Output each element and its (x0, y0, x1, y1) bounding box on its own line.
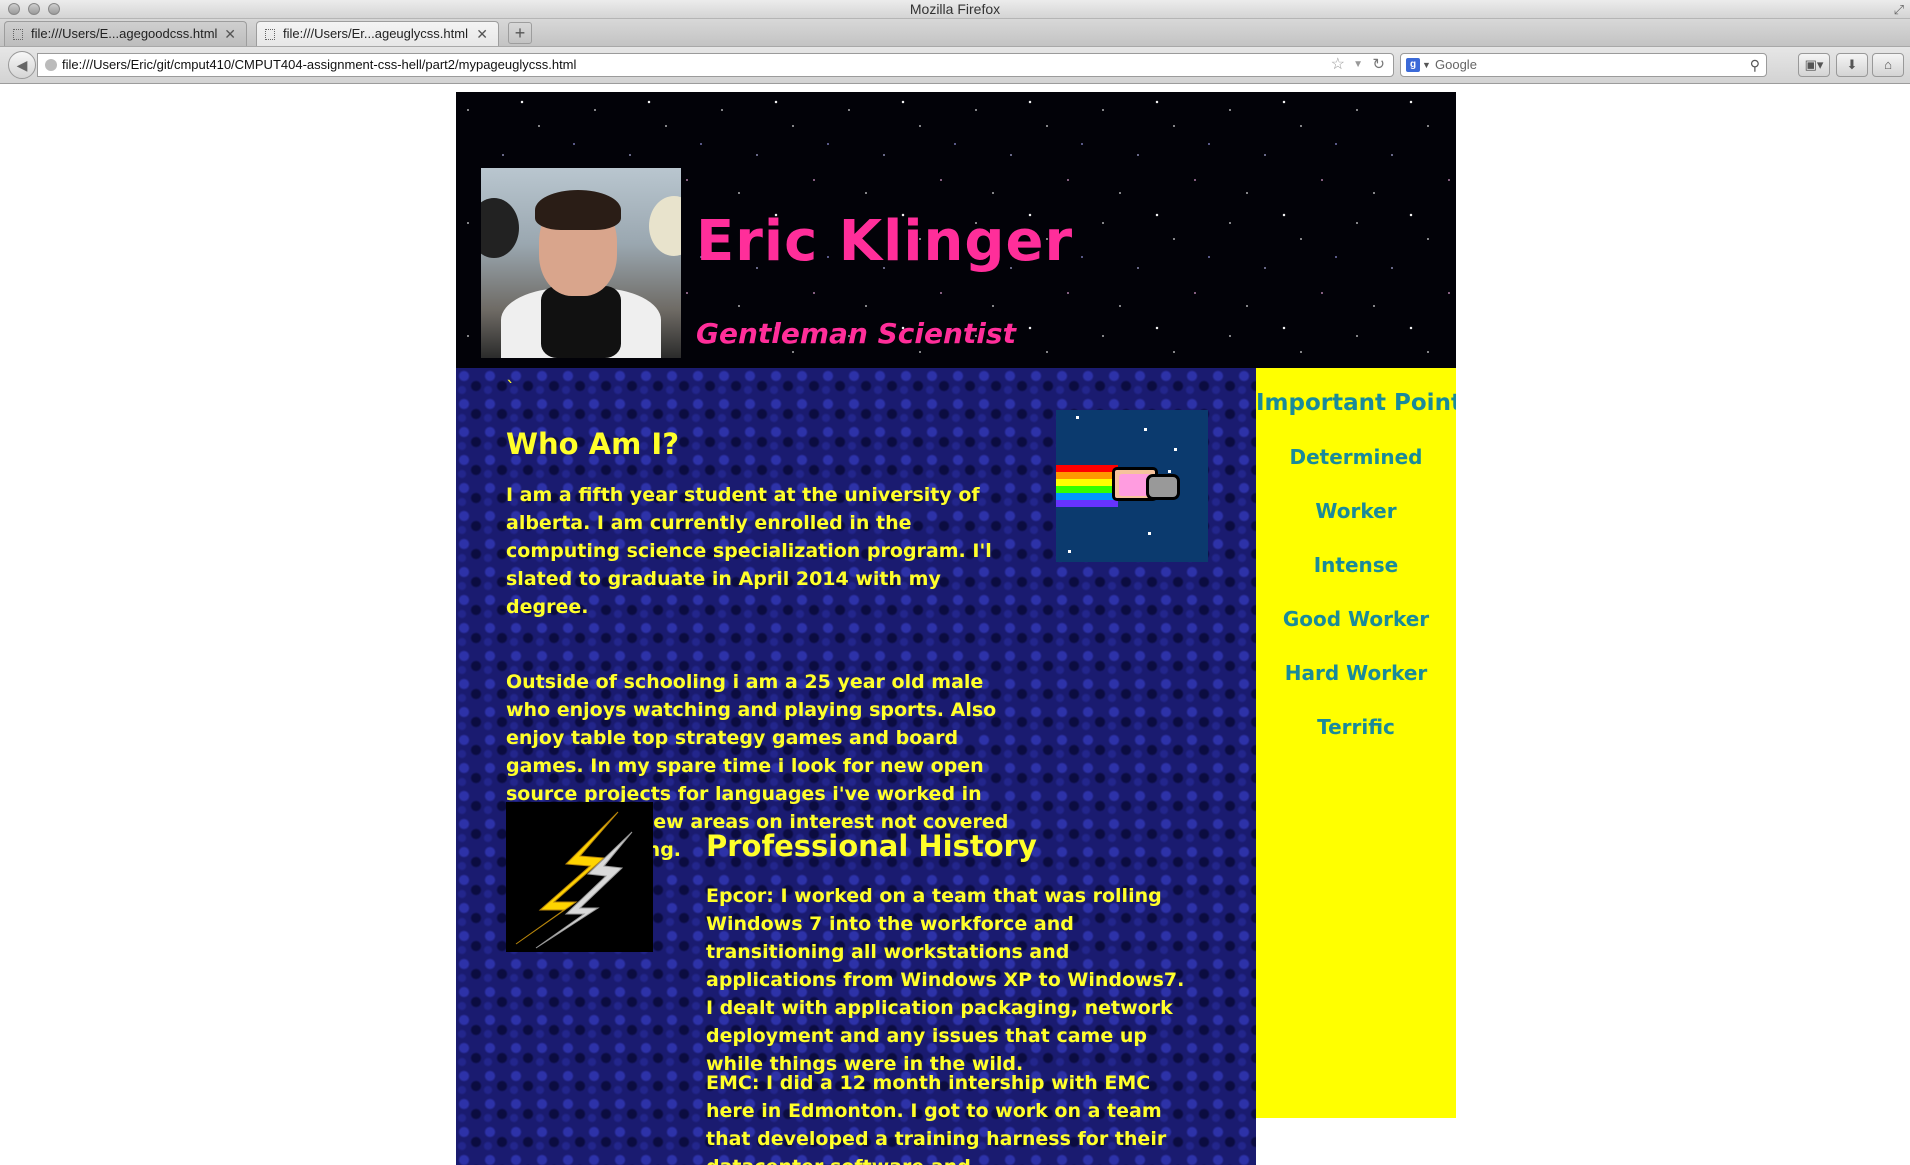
site-identity-icon[interactable] (45, 59, 57, 71)
home-icon[interactable]: ⌂ (1872, 53, 1904, 77)
close-tab-icon[interactable]: ✕ (224, 22, 236, 46)
who-am-i-heading: Who Am I? (506, 427, 680, 461)
tab-label: file:///Users/Er...ageuglycss.html (283, 26, 468, 41)
back-button[interactable]: ◀ (8, 51, 36, 79)
page-icon (13, 29, 23, 40)
page-title: Eric Klinger (696, 209, 1074, 274)
profile-photo (481, 168, 681, 358)
google-engine-icon[interactable]: g (1406, 58, 1420, 72)
new-tab-button[interactable]: + (508, 22, 532, 44)
zoom-window-button[interactable] (48, 3, 60, 15)
close-window-button[interactable] (8, 3, 20, 15)
professional-paragraph-1: Epcor: I worked on a team that was rolli… (706, 885, 1185, 1075)
download-icon[interactable]: ⬇ (1836, 53, 1868, 77)
sidebar-item-intense: Intense (1313, 553, 1399, 577)
professional-paragraph-2: EMC: I did a 12 month intership with EMC… (706, 1072, 1167, 1165)
stray-character: ` (506, 378, 515, 399)
sidebar-title: Important Points (1256, 390, 1456, 416)
url-text: file:///Users/Eric/git/cmput410/CMPUT404… (62, 57, 577, 72)
sidebar-item-good-worker: Good Worker (1282, 607, 1430, 631)
search-input[interactable]: g ▼ Google ⚲ (1400, 53, 1767, 77)
sidebar-item-terrific: Terrific (1317, 715, 1395, 739)
minimize-window-button[interactable] (28, 3, 40, 15)
navigation-toolbar: ◀ file:///Users/Eric/git/cmput410/CMPUT4… (0, 47, 1910, 84)
close-tab-icon[interactable]: ✕ (476, 22, 488, 46)
reload-icon[interactable]: ↻ (1372, 54, 1385, 76)
tab-goodcss[interactable]: file:///Users/E...agegoodcss.html ✕ (4, 21, 247, 46)
lightning-bolt-image (506, 802, 653, 952)
tab-bar: file:///Users/E...agegoodcss.html ✕ file… (0, 19, 1910, 47)
window-titlebar: Mozilla Firefox ⤢ (0, 0, 1910, 19)
sidebar-item-determined: Determined (1289, 445, 1423, 469)
bookmark-star-icon[interactable]: ☆ (1331, 54, 1345, 76)
tab-uglycss[interactable]: file:///Users/Er...ageuglycss.html ✕ (256, 21, 499, 46)
page-header: Eric Klinger Gentleman Scientist (456, 92, 1456, 368)
engine-dropdown-icon[interactable]: ▼ (1422, 54, 1431, 76)
url-bar[interactable]: file:///Users/Eric/git/cmput410/CMPUT404… (37, 53, 1394, 77)
sidebar-item-hard-worker: Hard Worker (1284, 661, 1428, 685)
fullscreen-icon[interactable]: ⤢ (1894, 1, 1904, 19)
sidebar: Important Points Determined Worker Inten… (1256, 368, 1456, 1118)
web-page: Eric Klinger Gentleman Scientist ` Who A… (456, 92, 1456, 1165)
nyan-cat-image (1056, 410, 1208, 562)
who-paragraph-1: I am a fifth year student at the univers… (506, 484, 992, 618)
view-menu-button[interactable]: ▣▾ (1798, 53, 1830, 77)
tab-label: file:///Users/E...agegoodcss.html (31, 26, 218, 41)
professional-history-heading: Professional History (706, 829, 1037, 863)
search-icon[interactable]: ⚲ (1750, 54, 1760, 76)
history-dropdown-icon[interactable]: ▼ (1353, 54, 1363, 76)
search-placeholder: Google (1435, 57, 1477, 72)
page-icon (265, 29, 275, 40)
page-subtitle: Gentleman Scientist (696, 317, 1016, 350)
sidebar-item-worker: Worker (1315, 499, 1397, 523)
window-title: Mozilla Firefox (909, 1, 1001, 17)
main-content: ` Who Am I? I am a fifth year student at… (456, 368, 1256, 1165)
